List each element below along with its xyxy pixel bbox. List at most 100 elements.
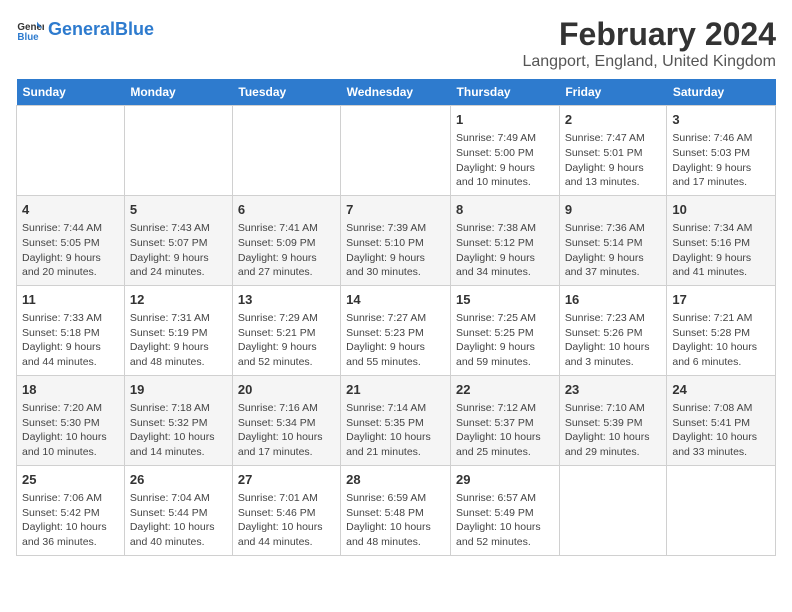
- logo: General Blue GeneralBlue: [16, 16, 154, 44]
- day-number: 14: [346, 291, 445, 309]
- day-info: Sunrise: 7:47 AM Sunset: 5:01 PM Dayligh…: [565, 131, 662, 190]
- day-number: 13: [238, 291, 335, 309]
- day-info: Sunrise: 7:20 AM Sunset: 5:30 PM Dayligh…: [22, 401, 119, 460]
- day-number: 21: [346, 381, 445, 399]
- calendar-cell: [667, 465, 776, 555]
- day-info: Sunrise: 7:01 AM Sunset: 5:46 PM Dayligh…: [238, 491, 335, 550]
- day-info: Sunrise: 7:36 AM Sunset: 5:14 PM Dayligh…: [565, 221, 662, 280]
- day-info: Sunrise: 7:44 AM Sunset: 5:05 PM Dayligh…: [22, 221, 119, 280]
- day-number: 5: [130, 201, 227, 219]
- day-info: Sunrise: 7:31 AM Sunset: 5:19 PM Dayligh…: [130, 311, 227, 370]
- day-number: 4: [22, 201, 119, 219]
- day-info: Sunrise: 7:49 AM Sunset: 5:00 PM Dayligh…: [456, 131, 554, 190]
- calendar-cell: 4 Sunrise: 7:44 AM Sunset: 5:05 PM Daylig…: [17, 195, 125, 285]
- day-info: Sunrise: 7:25 AM Sunset: 5:25 PM Dayligh…: [456, 311, 554, 370]
- day-number: 10: [672, 201, 770, 219]
- calendar-cell: 23 Sunrise: 7:10 AM Sunset: 5:39 PM Dayli…: [559, 375, 667, 465]
- calendar-cell: [17, 106, 125, 196]
- day-number: 7: [346, 201, 445, 219]
- day-number: 6: [238, 201, 335, 219]
- day-info: Sunrise: 6:57 AM Sunset: 5:49 PM Dayligh…: [456, 491, 554, 550]
- day-info: Sunrise: 7:14 AM Sunset: 5:35 PM Dayligh…: [346, 401, 445, 460]
- day-info: Sunrise: 7:06 AM Sunset: 5:42 PM Dayligh…: [22, 491, 119, 550]
- calendar-cell: 16 Sunrise: 7:23 AM Sunset: 5:26 PM Dayli…: [559, 285, 667, 375]
- day-number: 25: [22, 471, 119, 489]
- day-number: 27: [238, 471, 335, 489]
- calendar-cell: 6 Sunrise: 7:41 AM Sunset: 5:09 PM Daylig…: [232, 195, 340, 285]
- day-number: 3: [672, 111, 770, 129]
- calendar-cell: 24 Sunrise: 7:08 AM Sunset: 5:41 PM Dayli…: [667, 375, 776, 465]
- day-number: 16: [565, 291, 662, 309]
- weekday-header-cell: Friday: [559, 79, 667, 106]
- calendar-week-row: 11Sunrise: 7:33 AM Sunset: 5:18 PM Dayli…: [17, 285, 776, 375]
- calendar-cell: 15Sunrise: 7:25 AM Sunset: 5:25 PM Dayli…: [451, 285, 560, 375]
- day-info: Sunrise: 7:38 AM Sunset: 5:12 PM Dayligh…: [456, 221, 554, 280]
- day-info: Sunrise: 7:34 AM Sunset: 5:16 PM Dayligh…: [672, 221, 770, 280]
- day-info: Sunrise: 7:27 AM Sunset: 5:23 PM Dayligh…: [346, 311, 445, 370]
- weekday-header-cell: Saturday: [667, 79, 776, 106]
- day-info: Sunrise: 7:16 AM Sunset: 5:34 PM Dayligh…: [238, 401, 335, 460]
- logo-icon: General Blue: [16, 16, 44, 44]
- calendar-cell: 1Sunrise: 7:49 AM Sunset: 5:00 PM Daylig…: [451, 106, 560, 196]
- day-info: Sunrise: 7:29 AM Sunset: 5:21 PM Dayligh…: [238, 311, 335, 370]
- day-number: 9: [565, 201, 662, 219]
- day-info: Sunrise: 7:08 AM Sunset: 5:41 PM Dayligh…: [672, 401, 770, 460]
- calendar-cell: 13 Sunrise: 7:29 AM Sunset: 5:21 PM Dayli…: [232, 285, 340, 375]
- weekday-header-cell: Wednesday: [341, 79, 451, 106]
- weekday-header-cell: Thursday: [451, 79, 560, 106]
- calendar-cell: 9 Sunrise: 7:36 AM Sunset: 5:14 PM Daylig…: [559, 195, 667, 285]
- title-block: February 2024 Langport, England, United …: [522, 16, 776, 71]
- calendar-cell: 18 Sunrise: 7:20 AM Sunset: 5:30 PM Dayli…: [17, 375, 125, 465]
- day-info: Sunrise: 7:12 AM Sunset: 5:37 PM Dayligh…: [456, 401, 554, 460]
- day-info: Sunrise: 7:10 AM Sunset: 5:39 PM Dayligh…: [565, 401, 662, 460]
- calendar-body: 1Sunrise: 7:49 AM Sunset: 5:00 PM Daylig…: [17, 106, 776, 556]
- calendar-cell: 5Sunrise: 7:43 AM Sunset: 5:07 PM Daylig…: [124, 195, 232, 285]
- day-number: 22: [456, 381, 554, 399]
- svg-text:Blue: Blue: [17, 32, 39, 43]
- day-number: 19: [130, 381, 227, 399]
- day-number: 17: [672, 291, 770, 309]
- calendar-cell: 19Sunrise: 7:18 AM Sunset: 5:32 PM Dayli…: [124, 375, 232, 465]
- sub-title: Langport, England, United Kingdom: [522, 53, 776, 71]
- calendar-cell: 3Sunrise: 7:46 AM Sunset: 5:03 PM Daylig…: [667, 106, 776, 196]
- weekday-header-cell: Sunday: [17, 79, 125, 106]
- calendar-cell: 20 Sunrise: 7:16 AM Sunset: 5:34 PM Dayli…: [232, 375, 340, 465]
- day-number: 18: [22, 381, 119, 399]
- calendar-cell: 28 Sunrise: 6:59 AM Sunset: 5:48 PM Dayli…: [341, 465, 451, 555]
- calendar-cell: 12 Sunrise: 7:31 AM Sunset: 5:19 PM Dayli…: [124, 285, 232, 375]
- calendar-table: SundayMondayTuesdayWednesdayThursdayFrid…: [16, 79, 776, 556]
- calendar-cell: 17Sunrise: 7:21 AM Sunset: 5:28 PM Dayli…: [667, 285, 776, 375]
- calendar-cell: 26Sunrise: 7:04 AM Sunset: 5:44 PM Dayli…: [124, 465, 232, 555]
- calendar-cell: [124, 106, 232, 196]
- weekday-header-row: SundayMondayTuesdayWednesdayThursdayFrid…: [17, 79, 776, 106]
- day-number: 24: [672, 381, 770, 399]
- day-number: 28: [346, 471, 445, 489]
- calendar-cell: 21 Sunrise: 7:14 AM Sunset: 5:35 PM Dayli…: [341, 375, 451, 465]
- calendar-cell: [341, 106, 451, 196]
- calendar-cell: 14 Sunrise: 7:27 AM Sunset: 5:23 PM Dayli…: [341, 285, 451, 375]
- day-number: 20: [238, 381, 335, 399]
- calendar-cell: 25 Sunrise: 7:06 AM Sunset: 5:42 PM Dayli…: [17, 465, 125, 555]
- calendar-cell: 11Sunrise: 7:33 AM Sunset: 5:18 PM Dayli…: [17, 285, 125, 375]
- day-number: 23: [565, 381, 662, 399]
- calendar-cell: 22 Sunrise: 7:12 AM Sunset: 5:37 PM Dayli…: [451, 375, 560, 465]
- day-info: Sunrise: 7:41 AM Sunset: 5:09 PM Dayligh…: [238, 221, 335, 280]
- calendar-cell: 7 Sunrise: 7:39 AM Sunset: 5:10 PM Daylig…: [341, 195, 451, 285]
- calendar-week-row: 18 Sunrise: 7:20 AM Sunset: 5:30 PM Dayli…: [17, 375, 776, 465]
- main-title: February 2024: [522, 16, 776, 53]
- page-header: General Blue GeneralBlue February 2024 L…: [16, 16, 776, 71]
- day-info: Sunrise: 7:23 AM Sunset: 5:26 PM Dayligh…: [565, 311, 662, 370]
- weekday-header-cell: Tuesday: [232, 79, 340, 106]
- day-info: Sunrise: 6:59 AM Sunset: 5:48 PM Dayligh…: [346, 491, 445, 550]
- day-info: Sunrise: 7:33 AM Sunset: 5:18 PM Dayligh…: [22, 311, 119, 370]
- day-number: 8: [456, 201, 554, 219]
- logo-text: GeneralBlue: [48, 19, 154, 41]
- calendar-cell: 29 Sunrise: 6:57 AM Sunset: 5:49 PM Dayli…: [451, 465, 560, 555]
- calendar-week-row: 4 Sunrise: 7:44 AM Sunset: 5:05 PM Daylig…: [17, 195, 776, 285]
- day-info: Sunrise: 7:39 AM Sunset: 5:10 PM Dayligh…: [346, 221, 445, 280]
- calendar-cell: 2 Sunrise: 7:47 AM Sunset: 5:01 PM Daylig…: [559, 106, 667, 196]
- day-number: 12: [130, 291, 227, 309]
- day-number: 29: [456, 471, 554, 489]
- weekday-header-cell: Monday: [124, 79, 232, 106]
- day-number: 2: [565, 111, 662, 129]
